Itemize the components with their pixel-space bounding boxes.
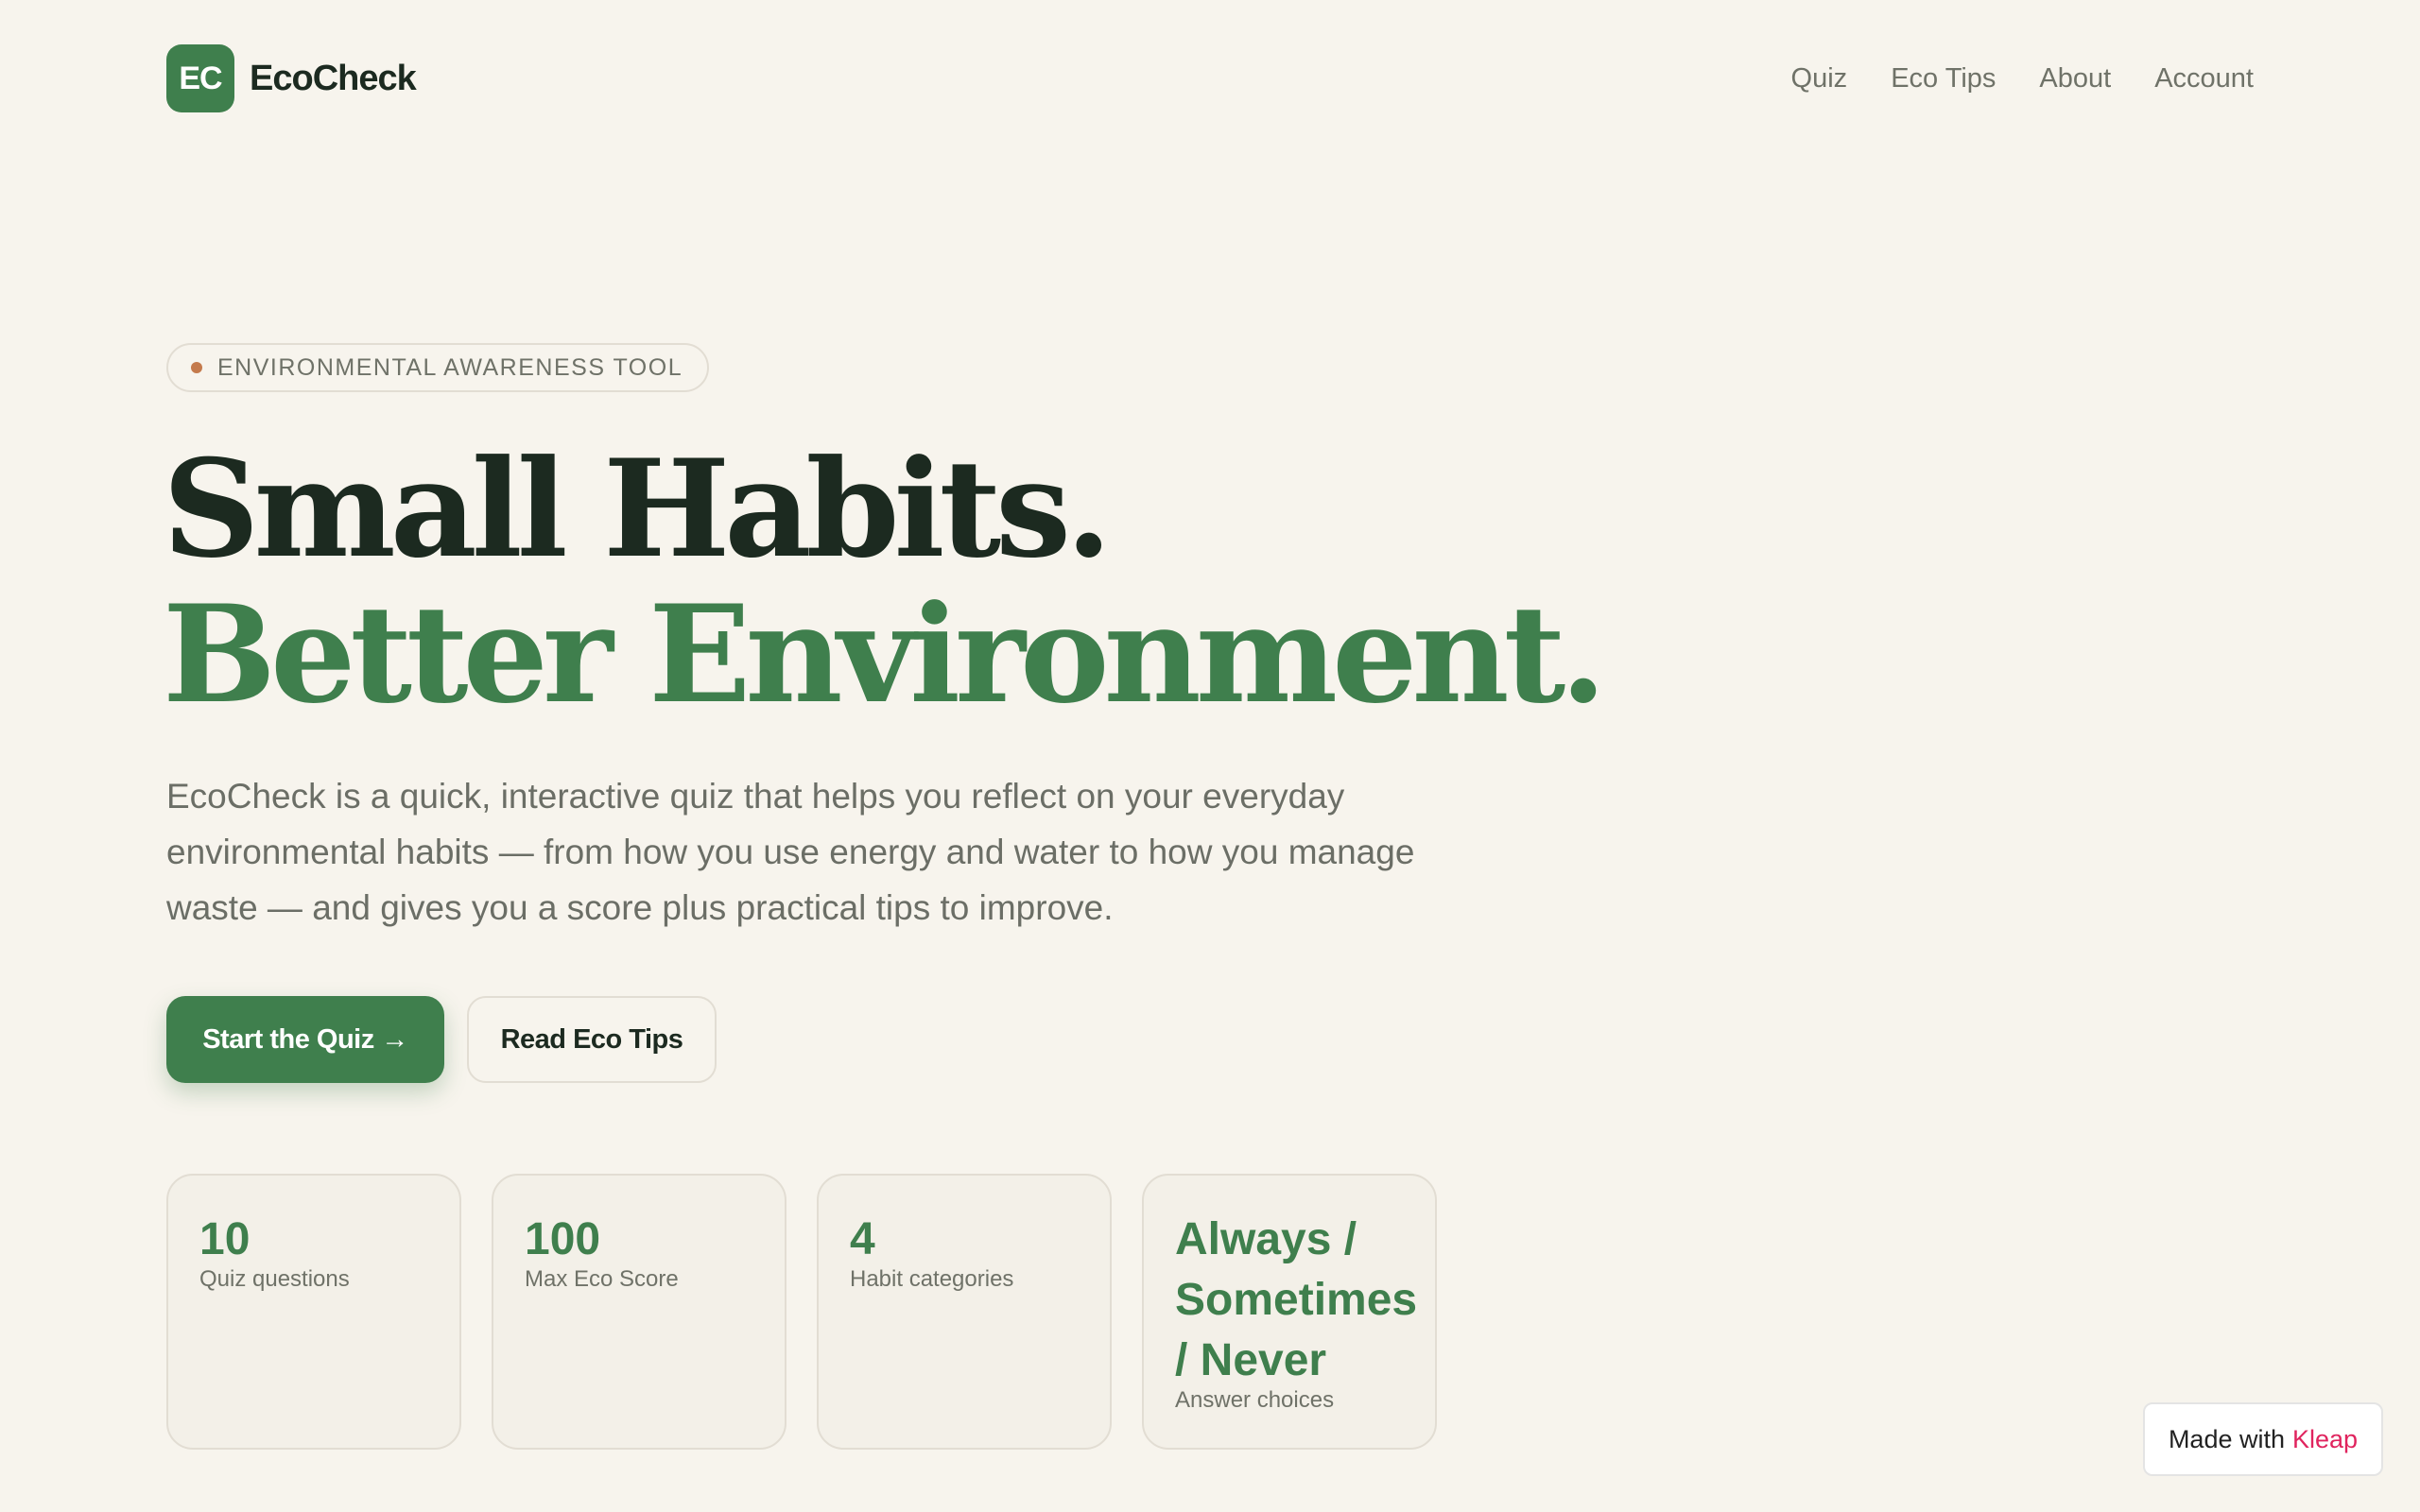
nav-link-account[interactable]: Account [2154,63,2254,94]
kleap-brand: Kleap [2292,1424,2359,1453]
stat-value: 10 [199,1214,251,1264]
hero-badge: ENVIRONMENTAL AWARENESS TOOL [166,343,710,392]
nav-link-eco-tips[interactable]: Eco Tips [1891,63,1996,94]
headline-line-2: Better Environment. [163,576,1607,733]
stats-row: 10 Quiz questions 100 Max Eco Score 4 Ha… [166,1174,1437,1450]
stat-value: Always / Sometimes / Never [1175,1214,1418,1385]
stat-card: 4 Habit categories [817,1174,1112,1450]
brand-name[interactable]: EcoCheck [250,59,417,99]
hero-description: EcoCheck is a quick, interactive quiz th… [166,777,1415,927]
stat-card: 10 Quiz questions [166,1174,461,1450]
stat-value: 4 [850,1214,875,1264]
made-with-kleap-badge[interactable]: Made with Kleap [2143,1402,2383,1476]
stat-card: 100 Max Eco Score [492,1174,786,1450]
stat-label: Habit categories [850,1266,1014,1292]
start-quiz-button[interactable]: Start the Quiz → [166,996,444,1083]
nav-link-quiz[interactable]: Quiz [1791,63,1848,94]
stat-label: Max Eco Score [525,1266,679,1292]
read-eco-tips-button[interactable]: Read Eco Tips [467,996,717,1083]
site-header: EC EcoCheck Quiz Eco Tips About Account [166,44,2254,112]
main-nav: Quiz Eco Tips About Account [1791,63,2254,94]
badge-text: ENVIRONMENTAL AWARENESS TOOL [217,353,683,381]
made-with-text: Made with [2168,1424,2285,1453]
logo[interactable]: EC [166,44,234,112]
badge-dot-icon [191,362,202,373]
hero-headline: Small Habits. Better Environment. [163,431,1607,733]
stat-card: Always / Sometimes / Never Answer choice… [1142,1174,1437,1450]
stat-label: Answer choices [1175,1387,1335,1413]
stat-value: 100 [525,1214,601,1264]
headline-line-1: Small Habits. [163,431,1113,588]
stat-label: Quiz questions [199,1266,350,1292]
brand[interactable]: EC EcoCheck [166,44,417,112]
nav-link-about[interactable]: About [2039,63,2111,94]
